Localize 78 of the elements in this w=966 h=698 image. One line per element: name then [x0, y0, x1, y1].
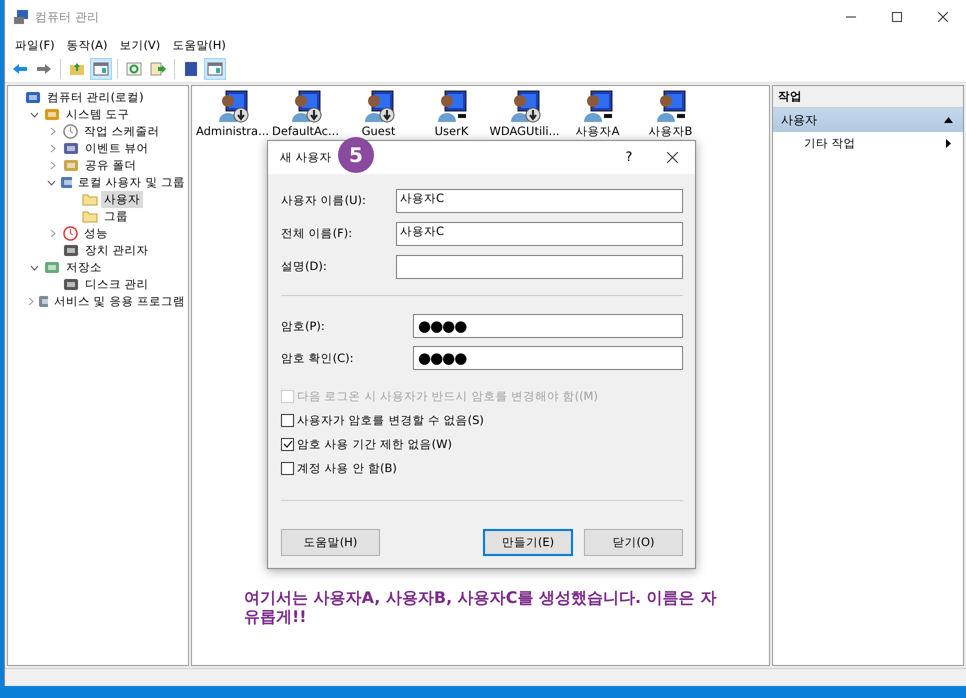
checkbox-option[interactable]: 사용자가 암호를 변경할 수 없음(S) — [281, 408, 683, 432]
user-icon — [654, 90, 686, 124]
back-arrow-icon — [12, 63, 28, 75]
collapse-chevron-icon[interactable] — [30, 112, 38, 118]
expand-chevron-icon[interactable] — [50, 229, 56, 238]
collapse-chevron-icon[interactable] — [46, 180, 56, 186]
tree-item[interactable]: 디스크 관리 — [82, 276, 152, 293]
collapse-chevron-icon[interactable] — [30, 264, 38, 270]
tree-item[interactable]: 작업 스케줄러 — [81, 123, 163, 140]
password-field[interactable]: ●●●● — [413, 314, 683, 338]
checkbox[interactable] — [281, 414, 294, 426]
step-badge: 5 — [338, 137, 374, 173]
menu-item[interactable]: 도움말(H) — [166, 38, 232, 52]
field-label: 암호 확인(C): — [281, 350, 355, 366]
tree-item[interactable]: 시스템 도구 — [63, 106, 133, 123]
folder-icon — [82, 210, 98, 223]
annotation-text: 여기서는 사용자A, 사용자B, 사용자C를 생성했습니다. 이름은 자유롭게!! — [244, 588, 718, 626]
checkbox[interactable] — [281, 462, 294, 474]
window-title: 컴퓨터 관리 — [35, 8, 99, 26]
input-field[interactable]: 사용자C — [396, 222, 683, 246]
field-label: 전체 이름(F): — [281, 226, 354, 241]
dialog-title: 새 사용자 — [280, 150, 332, 165]
tree-item[interactable]: 그룹 — [101, 208, 131, 225]
field-label: 설명(D): — [281, 259, 328, 274]
menu-item[interactable]: 보기(V) — [113, 38, 166, 52]
menu-item[interactable]: 파일(F) — [9, 38, 61, 52]
dialog-button[interactable]: 닫기(O) — [584, 529, 683, 556]
disabled-user-icon — [290, 90, 322, 124]
maximize-icon — [892, 12, 902, 22]
forward-arrow-icon — [36, 63, 52, 75]
user-name[interactable]: UserK — [434, 124, 468, 138]
tree-item[interactable]: 컴퓨터 관리(로컬) — [44, 89, 147, 106]
checkbox-option[interactable]: 암호 사용 기간 제한 없음(W) — [281, 432, 683, 456]
tree-item[interactable]: 로컬 사용자 및 그룹 — [75, 174, 188, 191]
help-button[interactable]: ? — [609, 150, 649, 165]
tree-item[interactable]: 이벤트 뷰어 — [82, 140, 152, 157]
dialog-button[interactable]: 만들기(E) — [483, 529, 573, 556]
dialog-button[interactable]: 도움말(H) — [281, 529, 380, 556]
pane-icon — [207, 62, 223, 76]
pane-icon — [93, 62, 109, 76]
collapse-triangle-icon[interactable] — [944, 117, 953, 123]
actions-header: 작업 — [773, 86, 963, 108]
checkbox-option[interactable]: 계정 사용 안 함(B) — [281, 456, 683, 480]
expand-chevron-icon[interactable] — [28, 297, 34, 306]
refresh-icon — [126, 62, 142, 76]
close-icon — [938, 12, 948, 22]
tree-item[interactable]: 사용자 — [101, 191, 143, 208]
input-field[interactable]: 사용자C — [396, 188, 683, 212]
actions-section[interactable]: 사용자 — [773, 108, 963, 132]
user-icon — [582, 90, 614, 124]
clock-icon — [63, 124, 78, 139]
submenu-triangle-icon — [946, 138, 951, 148]
disabled-user-icon — [216, 90, 248, 124]
toolbar-button[interactable] — [90, 58, 112, 80]
checkbox[interactable] — [281, 438, 294, 450]
password-field[interactable]: ●●●● — [413, 346, 683, 370]
folder-up-icon — [69, 62, 85, 76]
input-field[interactable] — [396, 254, 683, 278]
action-item[interactable]: 기타 작업 — [804, 136, 856, 150]
tree-item[interactable]: 서비스 및 응용 프로그램 — [51, 293, 188, 310]
tree-item[interactable]: 저장소 — [63, 259, 105, 276]
menu-item[interactable]: 동작(A) — [60, 38, 114, 52]
section-title: 사용자 — [781, 112, 817, 128]
user-name[interactable]: 사용자A — [576, 124, 620, 139]
disabled-user-icon — [362, 90, 394, 124]
tree-item[interactable]: 공유 폴더 — [82, 157, 140, 174]
field-label: 사용자 이름(U): — [281, 193, 367, 208]
user-icon — [436, 90, 468, 124]
field-label: 암호(P): — [281, 318, 326, 334]
user-name[interactable]: 사용자B — [648, 124, 692, 139]
app-icon — [13, 9, 29, 25]
folder-icon — [82, 193, 98, 206]
toolbar-button[interactable] — [204, 58, 226, 80]
tree-item[interactable]: 성능 — [81, 225, 111, 242]
close-icon — [666, 152, 678, 163]
export-list-icon — [150, 62, 166, 76]
tree-item[interactable]: 장치 관리자 — [82, 242, 152, 259]
disabled-user-icon — [508, 90, 540, 124]
